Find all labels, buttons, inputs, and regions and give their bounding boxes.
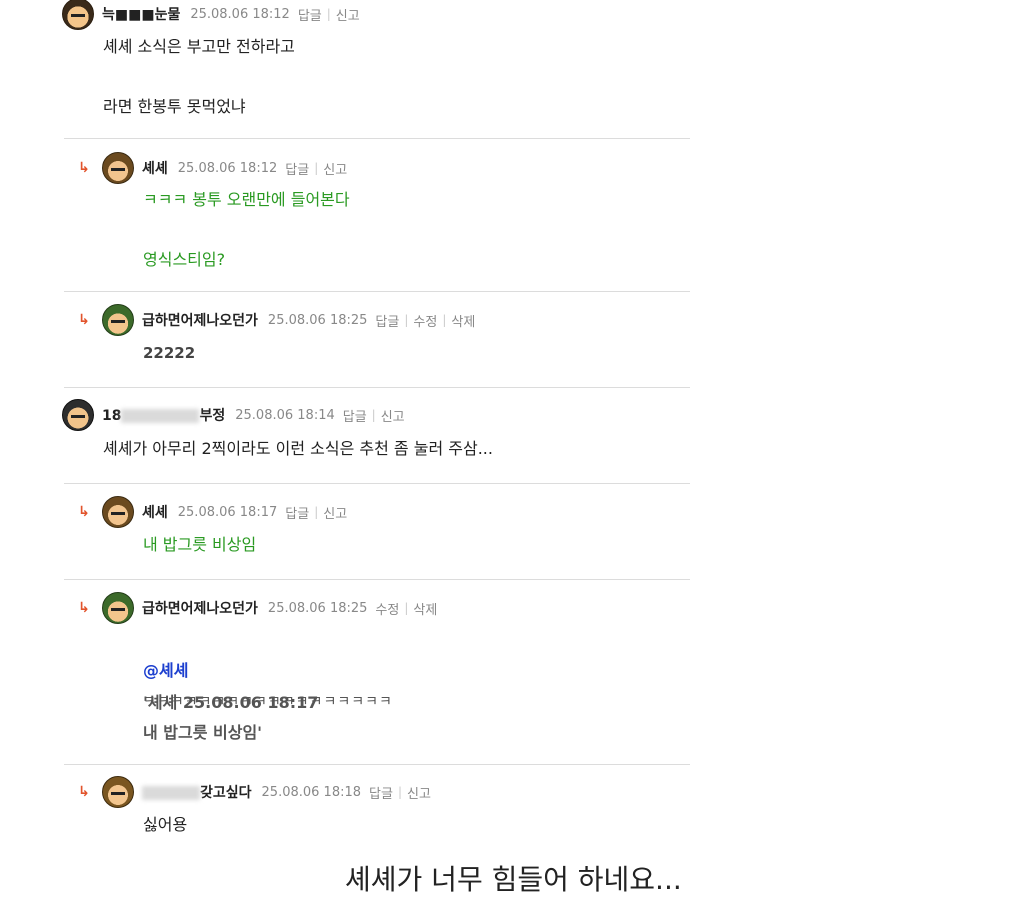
caption-text: 셰셰가 너무 힘들어 하네요... [345,863,682,896]
avatar[interactable] [102,304,134,336]
divider: | [442,313,447,327]
comment-text: 셰셰가 아무리 2찍이라도 이런 소식은 추천 좀 눌러 주삼... [103,439,493,458]
comment-header: ↳ 급하면어제나오던가 25.08.06 18:25 답글 | 수정 | 삭제 [78,304,475,336]
reply-link[interactable]: 답글 [369,783,393,802]
comment-text: 22222 [143,344,196,362]
divider [64,138,690,139]
delete-link[interactable]: 삭제 [413,599,437,618]
comment-date: 25.08.06 18:17 [177,504,278,520]
report-link[interactable]: 신고 [323,503,347,522]
avatar[interactable] [102,152,134,184]
reply-arrow-icon: ↳ [78,784,90,800]
comment-text: 싫어용 [143,815,188,834]
nickname[interactable]: 급하면어제나오던가 [142,598,258,618]
avatar[interactable] [102,496,134,528]
edit-link[interactable]: 수정 [413,311,437,330]
comment-header: ↳ 급하면어제나오던가 25.08.06 18:25 수정 | 삭제 [78,592,437,624]
reply-arrow-icon: ↳ [78,160,90,176]
divider [64,579,690,580]
divider: | [314,161,319,175]
comment-header: 18 부정 25.08.06 18:14 답글 | 신고 [62,399,405,431]
edit-link[interactable]: 수정 [375,599,399,618]
avatar[interactable] [102,592,134,624]
reply-link[interactable]: 답글 [375,311,399,330]
reply-arrow-icon: ↳ [78,312,90,328]
report-link[interactable]: 신고 [381,406,405,425]
avatar[interactable] [62,0,94,30]
comment-date: 25.08.06 18:12 [190,6,290,22]
comment-date: 25.08.06 18:12 [177,160,278,176]
quoted-text: '셰셰 25.08.06 18:17 [143,693,319,712]
divider: | [326,7,331,21]
avatar[interactable] [62,399,94,431]
reply-link[interactable]: 답글 [298,5,322,24]
reply-link[interactable]: 답글 [285,503,309,522]
divider: | [397,785,402,799]
quoted-text: 내 밥그릇 비상임' [143,723,263,742]
reply-link[interactable]: 답글 [343,406,367,425]
nickname[interactable]: 셰셰 [142,158,168,178]
nickname[interactable]: 셰셰 [142,502,168,522]
redacted-block [121,409,200,423]
nickname[interactable]: 갖고싶다 [142,782,252,802]
mention-link[interactable]: @셰셰 [143,661,188,680]
divider: | [404,313,409,327]
reply-arrow-icon: ↳ [78,600,90,616]
divider: | [314,505,319,519]
comment-date: 25.08.06 18:14 [235,407,335,423]
delete-link[interactable]: 삭제 [451,311,475,330]
reply-link[interactable]: 답글 [285,159,309,178]
comment-header: ↳ 갖고싶다 25.08.06 18:18 답글 | 신고 [78,776,431,808]
reply-arrow-icon: ↳ [78,504,90,520]
comment-date: 25.08.06 18:25 [267,600,368,616]
divider [64,483,690,484]
nickname-prefix: 18 [102,408,122,424]
comment-text: 내 밥그릇 비상임 [143,535,257,554]
divider: | [371,408,376,422]
report-link[interactable]: 신고 [336,5,360,24]
comment-date: 25.08.06 18:18 [261,784,362,800]
comment-text: ㅋㅋㅋ 봉투 오랜만에 들어본다 영식스티임? [143,190,350,269]
divider [64,764,690,765]
nickname[interactable]: 급하면어제나오던가 [142,310,258,330]
nickname[interactable]: 18 부정 [102,405,225,425]
divider [64,387,690,388]
comment-text: 셰셰 소식은 부고만 전하라고 라면 한봉투 못먹었냐 [103,37,295,116]
comment-date: 25.08.06 18:25 [267,312,368,328]
comment-header: ↳ 셰셰 25.08.06 18:12 답글 | 신고 [78,152,347,184]
redacted-block [142,786,200,800]
divider [64,291,690,292]
report-link[interactable]: 신고 [407,783,431,802]
nickname-suffix: 부정 [199,408,226,424]
nickname[interactable]: 늑■■■눈물 [102,4,180,24]
avatar[interactable] [102,776,134,808]
report-link[interactable]: 신고 [323,159,347,178]
comment-header: ↳ 셰셰 25.08.06 18:17 답글 | 신고 [78,496,347,528]
comment-header: 늑■■■눈물 25.08.06 18:12 답글 | 신고 [62,0,360,30]
divider: | [404,601,409,615]
nickname-suffix: 갖고싶다 [200,785,252,801]
